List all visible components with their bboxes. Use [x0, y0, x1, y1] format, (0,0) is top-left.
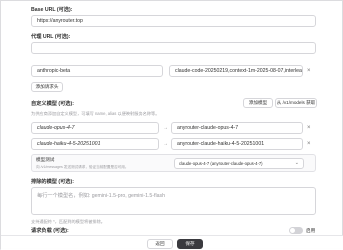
remove-model-icon[interactable]: ×: [307, 125, 311, 131]
base-url-label: Base URL (可选):: [31, 7, 73, 13]
arrow-right-icon: →: [163, 141, 168, 147]
header-value-input[interactable]: claude-code-20250219,context-1m-2025-08-…: [169, 65, 303, 77]
model-alias-input[interactable]: anyrouter-claude-opus-4-7: [171, 122, 303, 134]
proxy-url-label: 代理 URL (可选):: [31, 34, 71, 40]
test-model-hint: 向 /v1/messages 发送测试请求，验证当前配置是否可用。: [36, 165, 129, 169]
fetch-models-button[interactable]: 从 /v1/models 获取: [275, 98, 317, 108]
model-name-input[interactable]: claude-haiku-4-5-20251001: [31, 138, 159, 150]
custom-models-hint: 为供应商添加自定义模型，可填写 name, alias 以便映射服务名称等。: [31, 111, 160, 116]
test-model-label: 模型测试: [36, 157, 55, 162]
custom-models-label: 自定义模型 (可选):: [31, 101, 74, 107]
add-model-button[interactable]: 添加模型: [243, 98, 273, 108]
cancel-button[interactable]: 返回: [147, 239, 173, 249]
header-key-input[interactable]: anthropic-beta: [31, 65, 163, 77]
provider-config-panel: Base URL (可选): https://anyrouter.top 代理 …: [0, 0, 343, 250]
remove-header-icon[interactable]: ×: [307, 68, 311, 74]
arrow-right-icon: →: [163, 125, 168, 131]
chevron-down-icon: ⌄: [294, 160, 299, 166]
test-model-box: 模型测试 向 /v1/messages 发送测试请求，验证当前配置是否可用。 c…: [31, 154, 316, 172]
save-button[interactable]: 保存: [177, 239, 203, 249]
request-override-label: 请求负载 (可选):: [31, 228, 69, 234]
proxy-url-input[interactable]: [31, 42, 316, 54]
request-override-toggle[interactable]: [289, 227, 303, 234]
model-name-input[interactable]: claude-opus-4-7: [31, 122, 159, 134]
footer-bar: 返回 保存: [1, 235, 343, 250]
add-header-button[interactable]: 添加请求头: [31, 82, 63, 92]
test-model-select[interactable]: claude-opus-4-7 (anyrouter-claude-opus-4…: [174, 158, 304, 169]
remove-model-icon[interactable]: ×: [307, 141, 311, 147]
excluded-models-label: 排除的模型 (可选):: [31, 179, 74, 185]
excluded-models-textarea[interactable]: 每行一个模型名，例如: gemini-1.5-pro, gemini-1.5-f…: [31, 187, 316, 215]
model-alias-input[interactable]: anyrouter-claude-haiku-4-5-20251001: [171, 138, 303, 150]
request-override-toggle-label: 启用: [306, 228, 316, 233]
excluded-models-hint: 支持通配符 *，匹配到的模型将被排除。: [31, 219, 105, 224]
test-model-selected: claude-opus-4-7 (anyrouter-claude-opus-4…: [179, 161, 263, 166]
base-url-input[interactable]: https://anyrouter.top: [31, 15, 316, 27]
